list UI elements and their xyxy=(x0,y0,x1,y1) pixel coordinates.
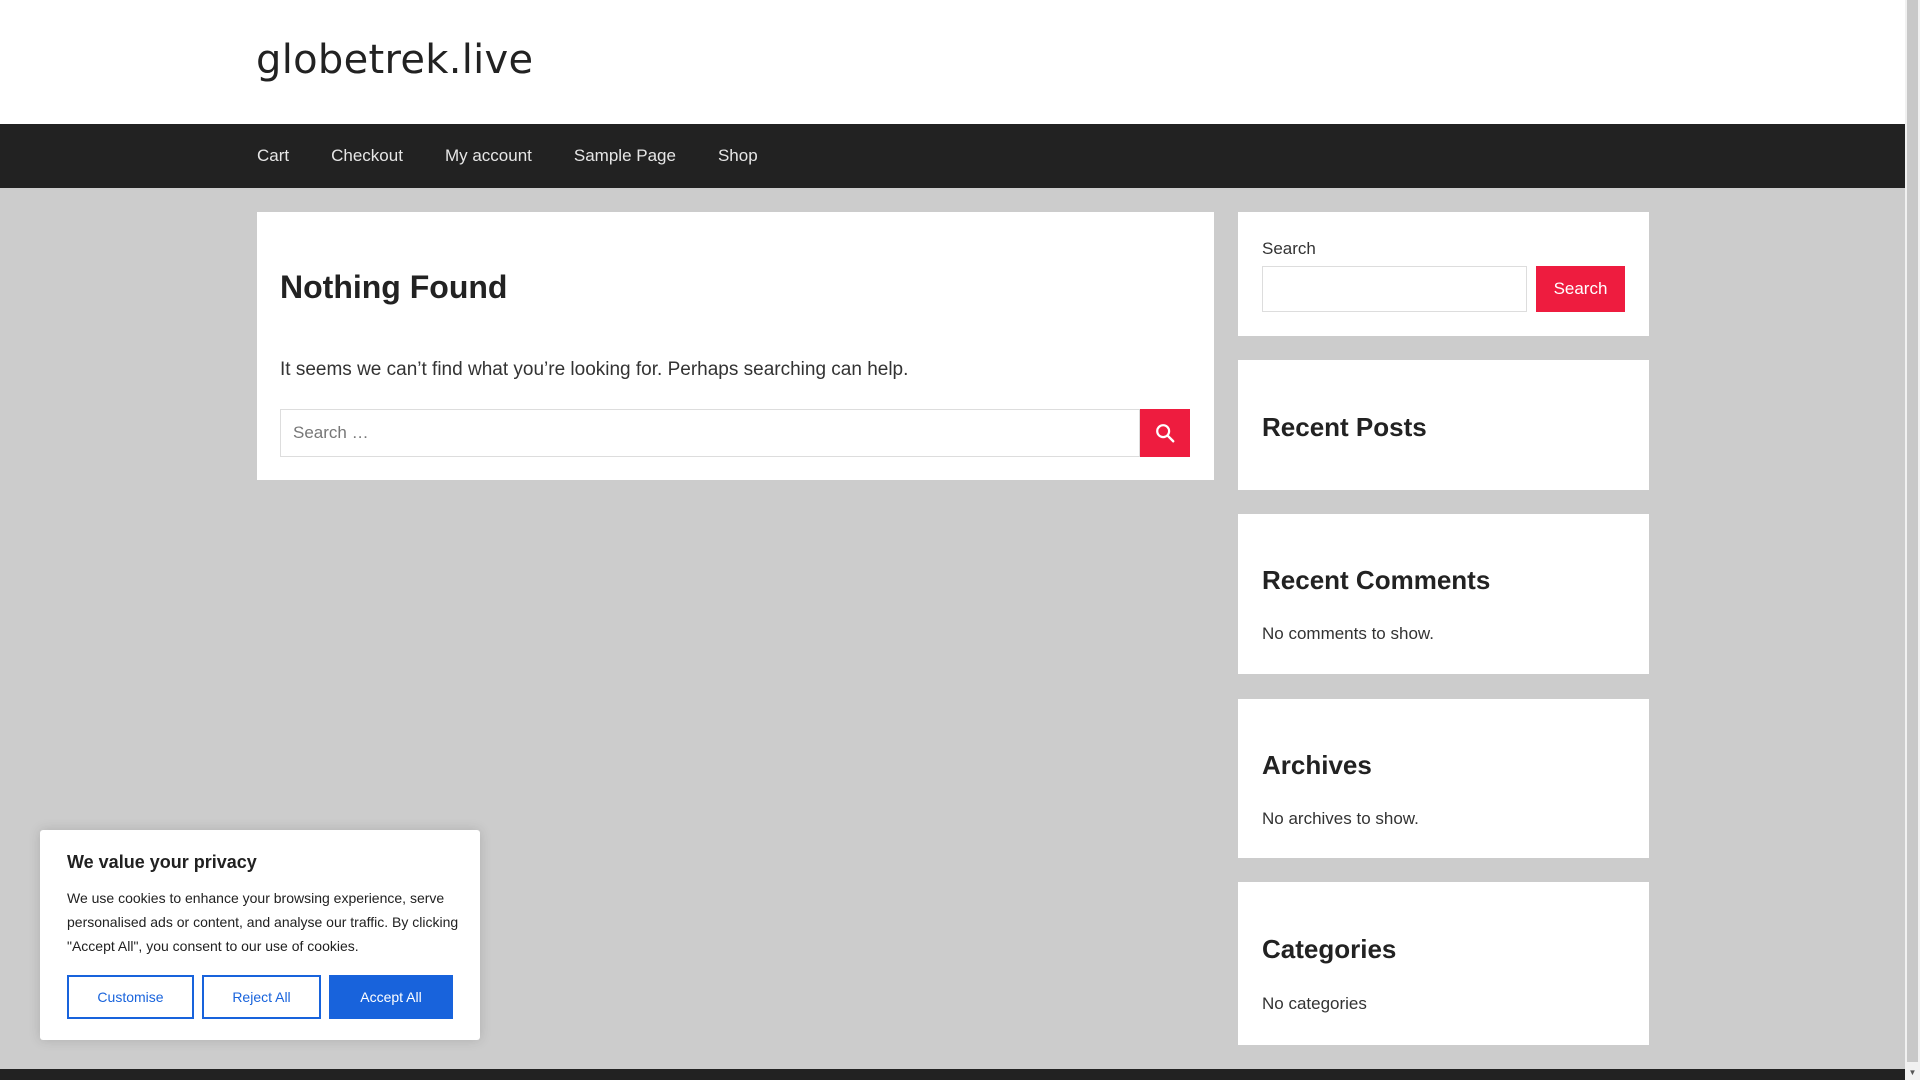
recent-posts-title: Recent Posts xyxy=(1262,412,1427,442)
search-widget-label: Search xyxy=(1262,239,1316,258)
recent-comments-widget: Recent Comments No comments to show. xyxy=(1238,514,1649,674)
main-search-input[interactable] xyxy=(280,409,1140,457)
archives-title: Archives xyxy=(1262,750,1372,780)
archives-widget: Archives No archives to show. xyxy=(1238,699,1649,858)
main-navigation: Cart Checkout My account Sample Page Sho… xyxy=(0,124,1905,188)
archives-empty-text: No archives to show. xyxy=(1262,809,1419,828)
page-title: Nothing Found xyxy=(280,269,508,305)
nav-item-sample-page: Sample Page xyxy=(553,124,697,188)
categories-widget: Categories No categories xyxy=(1238,882,1649,1045)
search-widget: Search Search xyxy=(1238,212,1649,336)
scroll-down-arrow-icon[interactable]: ▼ xyxy=(1905,1065,1920,1080)
recent-posts-widget: Recent Posts xyxy=(1238,360,1649,490)
cookie-accept-all-button[interactable]: Accept All xyxy=(329,975,453,1019)
nav-link-checkout[interactable]: Checkout xyxy=(310,124,424,188)
nav-item-cart: Cart xyxy=(256,124,310,188)
sidebar-search-button[interactable]: Search xyxy=(1536,266,1625,312)
recent-comments-title: Recent Comments xyxy=(1262,565,1491,595)
cookie-reject-all-button[interactable]: Reject All xyxy=(202,975,321,1019)
cookie-consent-banner: We value your privacy We use cookies to … xyxy=(40,830,480,1040)
site-header: globetrek.live xyxy=(0,0,1905,124)
nav-item-shop: Shop xyxy=(697,124,779,188)
footer-strip xyxy=(0,1069,1905,1080)
scrollbar-thumb[interactable] xyxy=(1907,0,1918,1062)
no-results-message: It seems we can’t find what you’re looki… xyxy=(280,359,909,380)
nav-link-sample-page[interactable]: Sample Page xyxy=(553,124,697,188)
cookie-banner-text: We use cookies to enhance your browsing … xyxy=(67,890,459,954)
nav-item-my-account: My account xyxy=(424,124,553,188)
cookie-customise-button[interactable]: Customise xyxy=(67,975,194,1019)
search-icon xyxy=(1156,424,1175,443)
site-title-link[interactable]: globetrek.live xyxy=(256,37,533,83)
recent-comments-empty-text: No comments to show. xyxy=(1262,624,1434,643)
nav-link-shop[interactable]: Shop xyxy=(697,124,779,188)
main-search-submit-button[interactable] xyxy=(1140,409,1190,457)
sidebar-search-input[interactable] xyxy=(1262,266,1527,312)
no-results-section: Nothing Found It seems we can’t find wha… xyxy=(257,212,1214,480)
cookie-banner-title: We value your privacy xyxy=(67,852,257,872)
nav-link-my-account[interactable]: My account xyxy=(424,124,553,188)
nav-item-checkout: Checkout xyxy=(310,124,424,188)
nav-link-cart[interactable]: Cart xyxy=(256,124,310,188)
categories-title: Categories xyxy=(1262,934,1397,964)
page-scrollbar[interactable]: ▼ xyxy=(1905,0,1920,1080)
main-search-form xyxy=(280,409,1190,457)
categories-empty-text: No categories xyxy=(1262,994,1367,1013)
nav-menu: Cart Checkout My account Sample Page Sho… xyxy=(256,124,779,188)
